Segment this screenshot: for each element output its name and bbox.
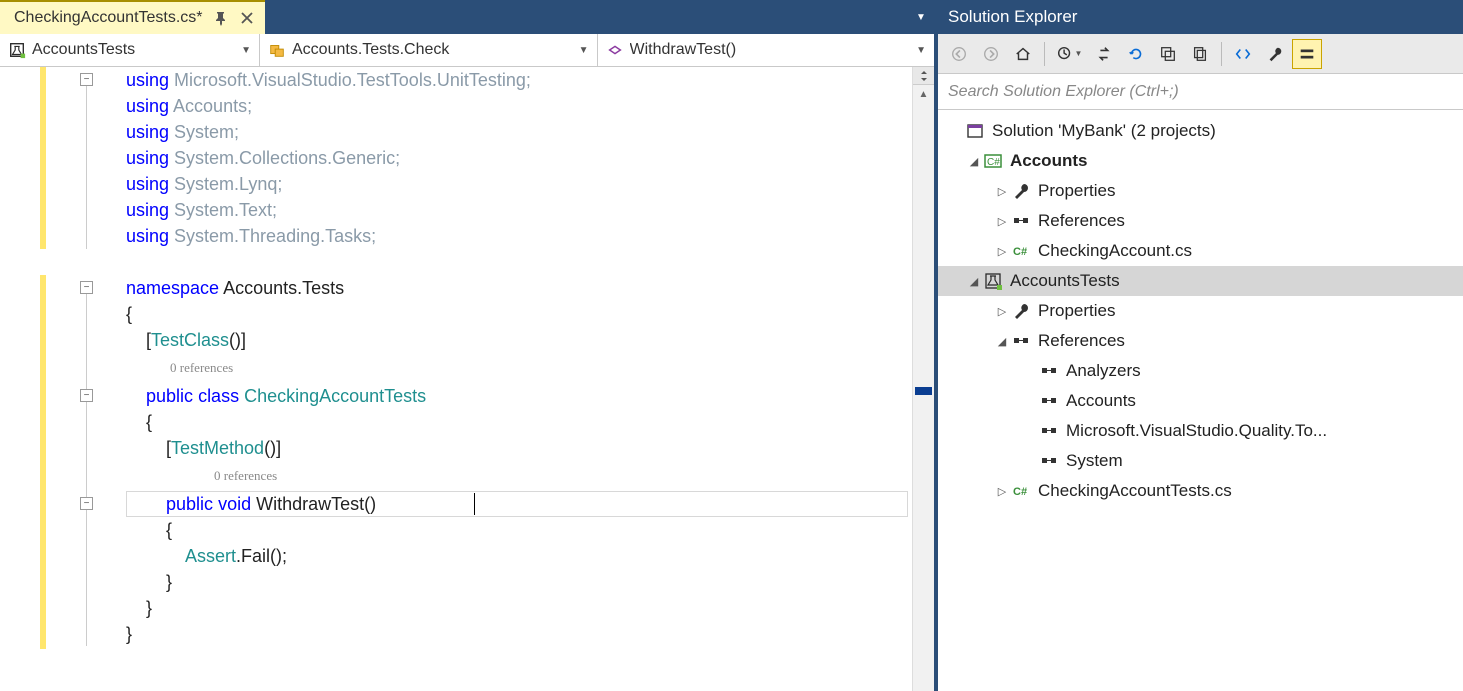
- references-icon: [1038, 390, 1060, 412]
- csharp-file-icon: C#: [1010, 240, 1032, 262]
- properties-button[interactable]: [1260, 39, 1290, 69]
- active-files-dropdown[interactable]: ▼: [908, 0, 934, 34]
- expander-open-icon[interactable]: ◢: [966, 275, 982, 288]
- nav-scope-label: AccountsTests: [32, 41, 235, 59]
- nav-class-label: Accounts.Tests.Check: [292, 41, 573, 59]
- fold-toggle[interactable]: [80, 389, 93, 402]
- nav-member-dropdown[interactable]: WithdrawTest() ▼: [598, 34, 935, 66]
- reference-item[interactable]: Microsoft.VisualStudio.Quality.To...: [938, 416, 1463, 446]
- nav-scope-dropdown[interactable]: AccountsTests ▼: [0, 34, 260, 66]
- view-code-button[interactable]: [1228, 39, 1258, 69]
- code-text[interactable]: using Microsoft.VisualStudio.TestTools.U…: [126, 67, 934, 691]
- code-gutter: [46, 67, 126, 691]
- test-project-icon: [8, 41, 26, 59]
- sync-button[interactable]: [1089, 39, 1119, 69]
- wrench-icon: [1010, 180, 1032, 202]
- fold-toggle[interactable]: [80, 281, 93, 294]
- solution-explorer-search[interactable]: [938, 74, 1463, 110]
- codelens-references[interactable]: 0 references: [170, 355, 233, 381]
- preview-selected-button[interactable]: [1292, 39, 1322, 69]
- test-project-icon: [982, 270, 1004, 292]
- expander-closed-icon[interactable]: ▷: [994, 305, 1010, 318]
- wrench-icon: [1010, 300, 1032, 322]
- close-icon[interactable]: [239, 10, 255, 26]
- solution-explorer-pane: Solution Explorer ▼ Solution 'MyBank' (2…: [938, 0, 1463, 691]
- text-caret: [474, 493, 475, 515]
- references-icon: [1038, 360, 1060, 382]
- method-icon: [606, 41, 624, 59]
- expander-closed-icon[interactable]: ▷: [994, 245, 1010, 258]
- editor-tab-label: CheckingAccountTests.cs*: [14, 9, 203, 27]
- collapse-all-button[interactable]: [1153, 39, 1183, 69]
- editor-tab-bar: CheckingAccountTests.cs* ▼: [0, 0, 934, 34]
- csharp-file-icon: C#: [1010, 480, 1032, 502]
- navigation-bar: AccountsTests ▼ Accounts.Tests.Check ▼ W…: [0, 34, 934, 67]
- properties-node[interactable]: ▷ Properties: [938, 176, 1463, 206]
- solution-tree[interactable]: Solution 'MyBank' (2 projects) ◢ C# Acco…: [938, 110, 1463, 691]
- fold-toggle[interactable]: [80, 497, 93, 510]
- references-icon: [1010, 330, 1032, 352]
- references-node[interactable]: ▷ References: [938, 206, 1463, 236]
- home-button[interactable]: [1008, 39, 1038, 69]
- code-area[interactable]: using Microsoft.VisualStudio.TestTools.U…: [0, 67, 934, 691]
- scroll-up-icon[interactable]: ▲: [913, 85, 934, 103]
- pending-changes-filter-button[interactable]: ▼: [1051, 39, 1087, 69]
- nav-class-dropdown[interactable]: Accounts.Tests.Check ▼: [260, 34, 598, 66]
- expander-open-icon[interactable]: ◢: [966, 155, 982, 168]
- chevron-down-icon: ▼: [916, 45, 926, 56]
- solution-explorer-toolbar: ▼: [938, 34, 1463, 74]
- fold-toggle[interactable]: [80, 73, 93, 86]
- file-node[interactable]: ▷ C# CheckingAccount.cs: [938, 236, 1463, 266]
- chevron-down-icon: ▼: [241, 45, 251, 56]
- scroll-caret-marker: [915, 387, 932, 395]
- show-all-files-button[interactable]: [1185, 39, 1215, 69]
- split-handle-icon[interactable]: [913, 67, 934, 85]
- class-icon: [268, 41, 286, 59]
- file-node[interactable]: ▷ C# CheckingAccountTests.cs: [938, 476, 1463, 506]
- pin-icon[interactable]: [213, 10, 229, 26]
- references-node[interactable]: ◢ References: [938, 326, 1463, 356]
- forward-button[interactable]: [976, 39, 1006, 69]
- expander-closed-icon[interactable]: ▷: [994, 485, 1010, 498]
- solution-search-input[interactable]: [938, 74, 1463, 109]
- solution-icon: [964, 120, 986, 142]
- svg-text:C#: C#: [1013, 246, 1027, 258]
- project-node-accounts[interactable]: ◢ C# Accounts: [938, 146, 1463, 176]
- solution-root-node[interactable]: Solution 'MyBank' (2 projects): [938, 116, 1463, 146]
- svg-text:C#: C#: [1013, 486, 1027, 498]
- reference-item[interactable]: Accounts: [938, 386, 1463, 416]
- properties-node[interactable]: ▷ Properties: [938, 296, 1463, 326]
- back-button[interactable]: [944, 39, 974, 69]
- csharp-project-icon: C#: [982, 150, 1004, 172]
- references-icon: [1010, 210, 1032, 232]
- expander-open-icon[interactable]: ◢: [994, 335, 1010, 348]
- project-node-accountstests[interactable]: ◢ AccountsTests: [938, 266, 1463, 296]
- solution-explorer-title: Solution Explorer: [938, 0, 1463, 34]
- refresh-button[interactable]: [1121, 39, 1151, 69]
- chevron-down-icon: ▼: [579, 45, 589, 56]
- nav-member-label: WithdrawTest(): [630, 41, 911, 59]
- reference-item[interactable]: System: [938, 446, 1463, 476]
- expander-closed-icon[interactable]: ▷: [994, 215, 1010, 228]
- expander-closed-icon[interactable]: ▷: [994, 185, 1010, 198]
- references-icon: [1038, 420, 1060, 442]
- vertical-scrollbar[interactable]: ▲: [912, 67, 934, 691]
- codelens-references[interactable]: 0 references: [214, 463, 277, 489]
- editor-pane: CheckingAccountTests.cs* ▼ AccountsTests…: [0, 0, 938, 691]
- editor-tab-active[interactable]: CheckingAccountTests.cs*: [0, 0, 265, 34]
- reference-item[interactable]: Analyzers: [938, 356, 1463, 386]
- svg-text:C#: C#: [987, 157, 1000, 168]
- references-icon: [1038, 450, 1060, 472]
